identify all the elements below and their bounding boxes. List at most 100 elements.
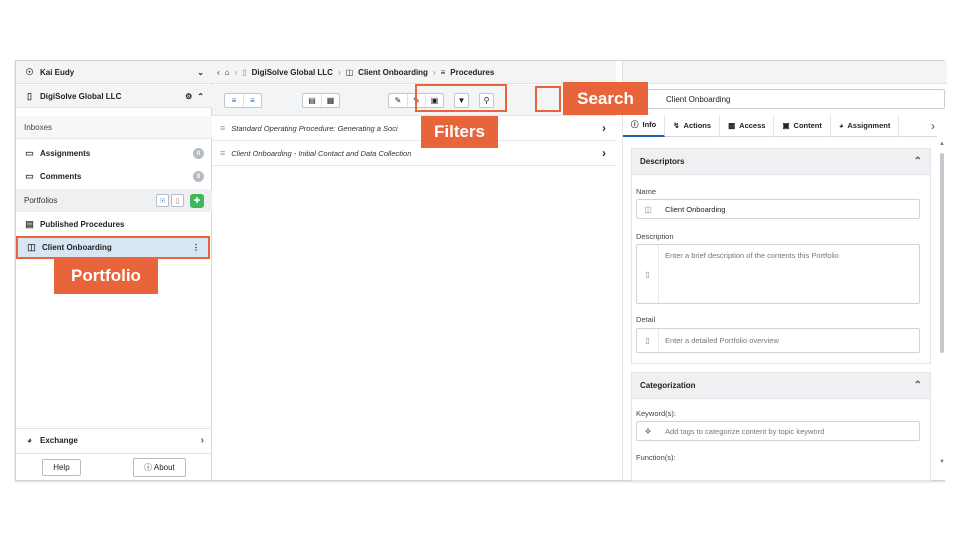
descriptors-section: Descriptors ⌃ Name ◫ Client Onboarding D… (631, 148, 931, 364)
list-view-icon[interactable]: ≡ (243, 93, 261, 107)
tab-access[interactable]: ▩ Access (720, 114, 775, 137)
building-icon: ▯ (242, 67, 247, 77)
grid-view-icon[interactable]: ▦ (321, 93, 339, 107)
layout-toggle: ▤ ▦ (302, 92, 340, 108)
portfolio-icon: ◫ (27, 242, 36, 252)
name-label: Name (636, 187, 657, 196)
inbox-icon: ▭ (25, 148, 34, 158)
comments-count-badge: 0 (193, 171, 204, 182)
scrollbar[interactable]: ▲ ▼ (939, 141, 945, 477)
tree-view-icon[interactable]: ≡ (225, 94, 243, 107)
document-icon: ▯ (637, 329, 659, 352)
chevron-right-icon: › (200, 434, 204, 446)
org-selector[interactable]: ▯ DigiSolve Global LLC ⚙ ⌃ (16, 85, 212, 108)
draft-filter-icon[interactable]: ✎ (389, 94, 407, 107)
details-tabs: ⓘ Info ↯ Actions ▩ Access ▣ Content ◕ Assignm… (623, 114, 937, 137)
breadcrumb-org[interactable]: DigiSolve Global LLC (252, 68, 333, 77)
tab-info[interactable]: ⓘ Info (623, 114, 666, 137)
breadcrumb-portfolio[interactable]: Client Onboarding (358, 68, 428, 77)
assignments-count-badge: 0 (193, 148, 204, 159)
about-label: About (153, 463, 175, 472)
document-filter-icon[interactable]: ▯ (171, 194, 184, 207)
details-header (623, 61, 947, 84)
info-icon: ⓘ (631, 120, 639, 129)
tab-assignment-label: Assignment (847, 121, 891, 130)
actions-icon: ↯ (673, 121, 680, 130)
globe-icon: ◕ (26, 435, 33, 445)
kebab-menu-icon[interactable]: ⋮ (192, 243, 200, 252)
add-portfolio-button[interactable]: ✚ (190, 193, 204, 208)
book-icon: ▤ (25, 219, 34, 229)
name-field[interactable]: ◫ Client Onboarding (636, 199, 920, 219)
tab-actions-label: Actions (683, 121, 712, 130)
categorization-section: Categorization ⌃ Keyword(s): ❖ Add tags … (631, 372, 931, 481)
scroll-down-icon[interactable]: ▼ (939, 459, 945, 465)
list-item[interactable]: ≡ Client Onboarding - Initial Contact an… (212, 141, 616, 166)
search-value: Client Onboarding (666, 94, 731, 104)
chevron-up-icon[interactable]: ⌃ (914, 156, 922, 167)
image-icon: ▣ (782, 121, 790, 130)
search-callout: Search (563, 82, 648, 115)
user-menu[interactable]: ☉ Kai Eudy ⌄ (16, 61, 212, 84)
user-icon: ☉ (25, 66, 34, 77)
name-value: Client Onboarding (665, 204, 726, 214)
sidebar-item-exchange[interactable]: ◕ Exchange › (16, 428, 212, 451)
detail-list-icon[interactable]: ▤ (303, 94, 321, 107)
tab-actions[interactable]: ↯ Actions (665, 114, 721, 137)
scrollbar-thumb[interactable] (940, 153, 944, 353)
inbox-icon: ▭ (25, 171, 34, 181)
description-placeholder: Enter a brief description of the content… (665, 251, 839, 260)
sidebar-item-published-procedures[interactable]: ▤ Published Procedures (16, 213, 212, 236)
assignments-label: Assignments (40, 149, 91, 158)
portfolio-icon: ◫ (644, 204, 652, 214)
chevron-right-icon[interactable]: › (931, 119, 935, 133)
info-icon: ⓘ (144, 463, 154, 472)
description-label: Description (636, 232, 674, 241)
search-input[interactable]: Client Onboarding (643, 89, 945, 109)
scroll-up-icon[interactable]: ▲ (939, 141, 945, 147)
breadcrumb-separator-icon: › (337, 67, 341, 77)
list-icon: ≡ (440, 67, 446, 77)
about-button[interactable]: ⓘ About (133, 458, 186, 477)
breadcrumb-section: Procedures (450, 67, 495, 77)
sidebar-footer: Help ⓘ About (16, 453, 212, 481)
procedure-icon: ≡ (220, 123, 226, 133)
help-button[interactable]: Help (42, 459, 81, 476)
breadcrumb-separator-icon: › (234, 67, 238, 77)
home-icon[interactable]: ⌂ (225, 68, 230, 77)
chevron-up-icon[interactable]: ⌃ (914, 380, 922, 391)
chevron-left-icon[interactable]: ‹ (217, 68, 220, 77)
procedure-icon: ≡ (220, 148, 226, 158)
chevron-right-icon[interactable]: › (602, 146, 606, 160)
detail-field[interactable]: ▯ Enter a detailed Portfolio overview (636, 328, 920, 353)
sidebar-item-assignments[interactable]: ▭ Assignments 0 (16, 142, 212, 165)
chevron-down-icon[interactable]: ⌄ (197, 68, 204, 77)
chevron-right-icon[interactable]: › (602, 121, 606, 135)
tab-content-label: Content (793, 121, 822, 130)
categorization-title: Categorization (640, 381, 696, 390)
gear-icon[interactable]: ⚙ (185, 92, 192, 101)
chevron-up-icon[interactable]: ⌃ (197, 92, 204, 101)
description-field[interactable]: ▯ Enter a brief description of the conte… (636, 244, 920, 304)
sidebar-item-client-onboarding[interactable]: ◫ Client Onboarding ⋮ (16, 236, 210, 259)
tab-assignment[interactable]: ◕ Assignment (831, 114, 899, 137)
filters-highlight (415, 84, 507, 112)
breadcrumb-separator-icon: › (432, 67, 436, 77)
tab-content[interactable]: ▣ Content (774, 114, 831, 137)
keywords-field[interactable]: ❖ Add tags to categorize content by topi… (636, 421, 920, 441)
list-item-title: Client Onboarding - Initial Contact and … (231, 148, 412, 158)
portfolio-icon: ◫ (345, 67, 354, 77)
details-panel: Client Onboarding ⓘ Info ↯ Actions ▩ Access… (622, 61, 947, 481)
exchange-label: Exchange (40, 435, 78, 445)
portfolios-label: Portfolios (24, 196, 58, 205)
procedures-panel: ‹ ⌂ › ▯ DigiSolve Global LLC › ◫ Client … (212, 61, 616, 480)
user-filter-icon[interactable]: ☉ (156, 194, 169, 207)
detail-label: Detail (636, 315, 656, 324)
descriptors-title: Descriptors (640, 157, 685, 166)
categorization-header[interactable]: Categorization ⌃ (632, 373, 930, 399)
sidebar-item-comments[interactable]: ▭ Comments 0 (16, 165, 212, 188)
list-item[interactable]: ≡ Standard Operating Procedure: Generati… (212, 116, 616, 141)
comments-label: Comments (40, 172, 82, 181)
descriptors-header[interactable]: Descriptors ⌃ (632, 149, 930, 175)
client-label: Client Onboarding (42, 243, 112, 252)
